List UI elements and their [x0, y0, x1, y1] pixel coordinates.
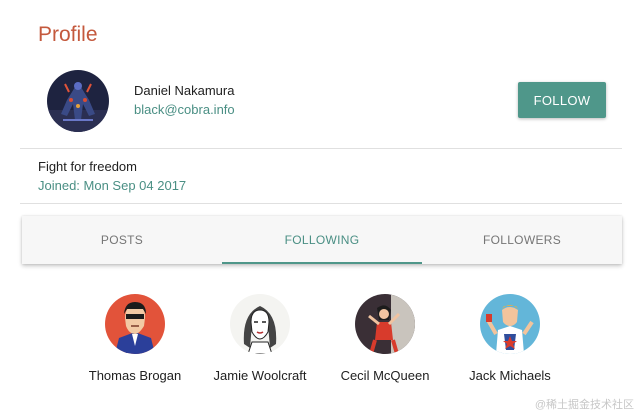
- following-avatar: [355, 294, 415, 354]
- tab-posts[interactable]: POSTS: [22, 216, 222, 264]
- following-item[interactable]: Thomas Brogan: [70, 294, 200, 383]
- user-avatar: [47, 70, 109, 132]
- profile-tabs: POSTS FOLLOWING FOLLOWERS: [22, 216, 622, 264]
- watermark: @稀土掘金技术社区: [534, 399, 634, 411]
- user-bio: Fight for freedom: [38, 159, 137, 174]
- user-name: Daniel Nakamura: [134, 83, 235, 98]
- divider: [20, 203, 622, 204]
- following-name: Jamie Woolcraft: [213, 368, 307, 383]
- following-item[interactable]: Jack Michaels: [445, 294, 575, 383]
- follow-button[interactable]: FOLLOW: [518, 82, 606, 118]
- divider: [20, 148, 622, 149]
- following-avatar: [480, 294, 540, 354]
- joined-date: Joined: Mon Sep 04 2017: [38, 178, 187, 193]
- following-avatar: [105, 294, 165, 354]
- tab-followers[interactable]: FOLLOWERS: [422, 216, 622, 264]
- following-name: Cecil McQueen: [340, 368, 430, 383]
- following-name: Thomas Brogan: [88, 368, 182, 383]
- following-avatar: [230, 294, 290, 354]
- following-item[interactable]: Cecil McQueen: [320, 294, 450, 383]
- tab-following[interactable]: FOLLOWING: [222, 216, 422, 264]
- user-email[interactable]: black@cobra.info: [134, 102, 235, 117]
- page-title: Profile: [38, 23, 98, 46]
- following-name: Jack Michaels: [469, 368, 551, 383]
- following-list: Thomas Brogan Jamie Woolcraft Cecil McQu…: [70, 294, 590, 394]
- following-item[interactable]: Jamie Woolcraft: [195, 294, 325, 383]
